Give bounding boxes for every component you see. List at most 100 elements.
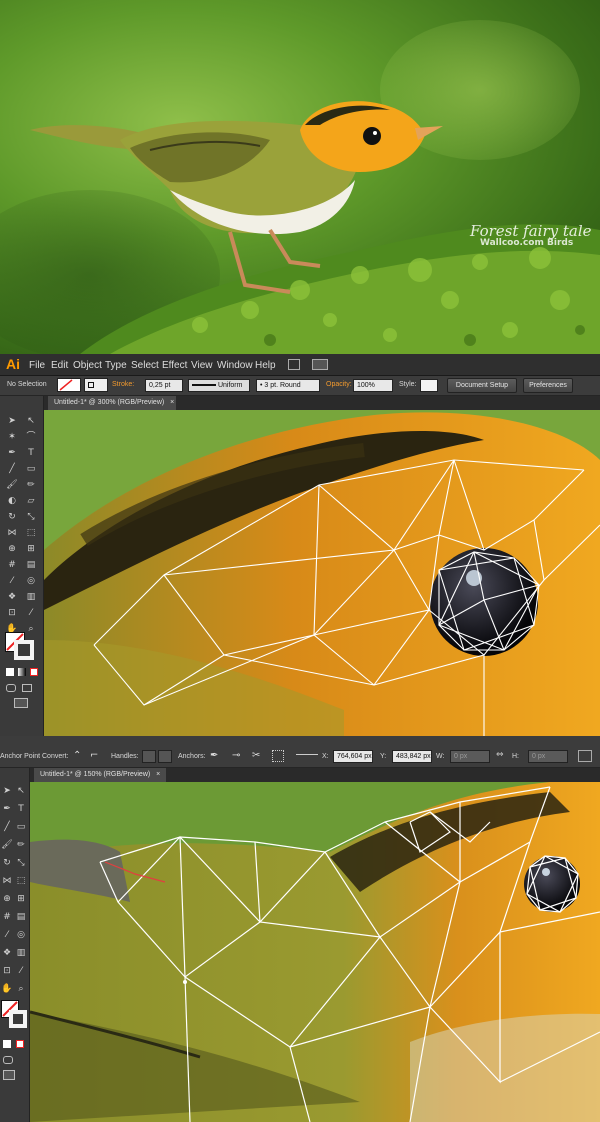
scale-icon[interactable]: ⤡	[24, 510, 38, 524]
isolate-icon[interactable]	[272, 750, 284, 762]
rectangle-icon[interactable]: ▭	[14, 820, 28, 834]
shape-builder-icon[interactable]: ⊕	[5, 542, 19, 556]
artboard-icon[interactable]: ⊡	[0, 964, 14, 978]
connect-anchor-icon[interactable]: ⊸	[232, 750, 244, 762]
perspective-icon[interactable]: ⊞	[14, 892, 28, 906]
blob-brush-icon[interactable]: ◐	[5, 494, 19, 508]
stroke-swatch[interactable]	[84, 378, 108, 392]
symbol-sprayer-icon[interactable]: ❖	[5, 590, 19, 604]
menu-type[interactable]: Type	[105, 360, 127, 371]
paintbrush-icon[interactable]: 🖌	[0, 838, 14, 852]
pen-icon[interactable]: ✒	[5, 446, 19, 460]
stroke-color-icon[interactable]	[14, 640, 34, 660]
direct-selection-icon[interactable]: ↖	[14, 784, 28, 798]
gradient-icon[interactable]: ▤	[14, 910, 28, 924]
draw-behind-icon[interactable]	[22, 684, 32, 692]
pencil-icon[interactable]: ✏	[24, 478, 38, 492]
free-transform-icon[interactable]: ⬚	[14, 874, 28, 888]
stroke-weight-field[interactable]: 0,25 pt	[145, 379, 183, 392]
convert-to-smooth-icon[interactable]: ⌐	[90, 750, 102, 762]
zoom-icon[interactable]: ⌕	[24, 622, 38, 636]
slice-icon[interactable]: ⁄	[14, 964, 28, 978]
hide-handles-icon[interactable]	[158, 750, 172, 763]
tab-close-icon[interactable]: ×	[170, 399, 174, 406]
show-handles-icon[interactable]	[142, 750, 156, 763]
lasso-icon[interactable]: ⌒	[24, 430, 38, 444]
slice-icon[interactable]: ⁄	[24, 606, 38, 620]
symbol-sprayer-icon[interactable]: ❖	[0, 946, 14, 960]
eyedropper-icon[interactable]: ⁄	[5, 574, 19, 588]
draw-normal-icon[interactable]	[6, 684, 16, 692]
tab-close-icon[interactable]: ×	[156, 771, 160, 778]
shape-builder-icon[interactable]: ⊕	[0, 892, 14, 906]
opacity-label[interactable]: Opacity:	[326, 381, 352, 388]
draw-normal-icon[interactable]	[3, 1056, 13, 1064]
stroke-color-icon[interactable]	[9, 1010, 27, 1028]
bridge-icon[interactable]	[288, 359, 300, 370]
align-icon[interactable]	[296, 754, 318, 755]
tab-document[interactable]: Untitled-1* @ 150% (RGB/Preview) ×	[34, 768, 166, 782]
type-icon[interactable]: T	[24, 446, 38, 460]
remove-anchor-icon[interactable]: ✒	[210, 750, 222, 762]
menu-effect[interactable]: Effect	[162, 360, 187, 371]
menu-window[interactable]: Window	[217, 360, 253, 371]
perspective-icon[interactable]: ⊞	[24, 542, 38, 556]
y-field[interactable]: 483,842 px	[392, 750, 432, 763]
screen-mode-icon[interactable]	[14, 698, 28, 708]
artboard-canvas[interactable]	[44, 410, 600, 736]
selection-tool-icon[interactable]: ➤	[0, 784, 14, 798]
brush-definition[interactable]: • 3 pt. Round	[256, 379, 320, 392]
rotate-icon[interactable]: ↻	[5, 510, 19, 524]
document-setup-button[interactable]: Document Setup	[447, 378, 517, 393]
none-mode-icon[interactable]	[16, 1040, 24, 1048]
color-mode-icon[interactable]	[6, 668, 14, 676]
link-icon[interactable]: ⇔	[496, 750, 508, 762]
scale-icon[interactable]: ⤡	[14, 856, 28, 870]
width-icon[interactable]: ⋈	[0, 874, 14, 888]
x-field[interactable]: 764,604 px	[333, 750, 373, 763]
artboard-icon[interactable]: ⊡	[5, 606, 19, 620]
opacity-field[interactable]: 100%	[353, 379, 393, 392]
menu-object[interactable]: Object	[73, 360, 102, 371]
menu-help[interactable]: Help	[255, 360, 276, 371]
zoom-icon[interactable]: ⌕	[14, 982, 28, 996]
menu-file[interactable]: File	[29, 360, 45, 371]
free-transform-icon[interactable]: ⬚	[24, 526, 38, 540]
line-icon[interactable]: ╱	[5, 462, 19, 476]
stroke-label[interactable]: Stroke:	[112, 381, 134, 388]
color-mode-icon[interactable]	[3, 1040, 11, 1048]
graph-icon[interactable]: ▥	[14, 946, 28, 960]
w-field[interactable]: 0 px	[450, 750, 490, 763]
h-field[interactable]: 0 px	[528, 750, 568, 763]
mesh-icon[interactable]: #	[0, 910, 14, 924]
arrange-documents-icon[interactable]	[312, 359, 328, 370]
artboard-canvas-2[interactable]	[30, 782, 600, 1122]
preferences-button[interactable]: Preferences	[523, 378, 573, 393]
line-icon[interactable]: ╱	[0, 820, 14, 834]
blend-icon[interactable]: ◎	[14, 928, 28, 942]
gradient-mode-icon[interactable]	[18, 668, 26, 676]
screen-mode-icon[interactable]	[3, 1070, 15, 1080]
graph-icon[interactable]: ▥	[24, 590, 38, 604]
menu-select[interactable]: Select	[131, 360, 159, 371]
convert-to-corner-icon[interactable]: ⌃	[73, 750, 85, 762]
transform-icon[interactable]	[578, 750, 592, 762]
gradient-icon[interactable]: ▤	[24, 558, 38, 572]
pencil-icon[interactable]: ✏	[14, 838, 28, 852]
width-icon[interactable]: ⋈	[5, 526, 19, 540]
fill-swatch[interactable]	[57, 378, 81, 392]
pen-icon[interactable]: ✒	[0, 802, 14, 816]
graphic-style-swatch[interactable]	[420, 379, 438, 392]
eyedropper-icon[interactable]: ⁄	[0, 928, 14, 942]
variable-width-profile[interactable]: Uniform	[188, 379, 250, 392]
magic-wand-icon[interactable]: ✶	[5, 430, 19, 444]
tab-document[interactable]: Untitled-1* @ 300% (RGB/Preview) ×	[48, 396, 176, 410]
eraser-icon[interactable]: ▱	[24, 494, 38, 508]
menu-edit[interactable]: Edit	[51, 360, 68, 371]
selection-tool-icon[interactable]: ➤	[5, 414, 19, 428]
cut-path-icon[interactable]: ✂	[252, 750, 264, 762]
blend-icon[interactable]: ◎	[24, 574, 38, 588]
direct-selection-icon[interactable]: ↖	[24, 414, 38, 428]
rectangle-icon[interactable]: ▭	[24, 462, 38, 476]
paintbrush-icon[interactable]: 🖌	[5, 478, 19, 492]
